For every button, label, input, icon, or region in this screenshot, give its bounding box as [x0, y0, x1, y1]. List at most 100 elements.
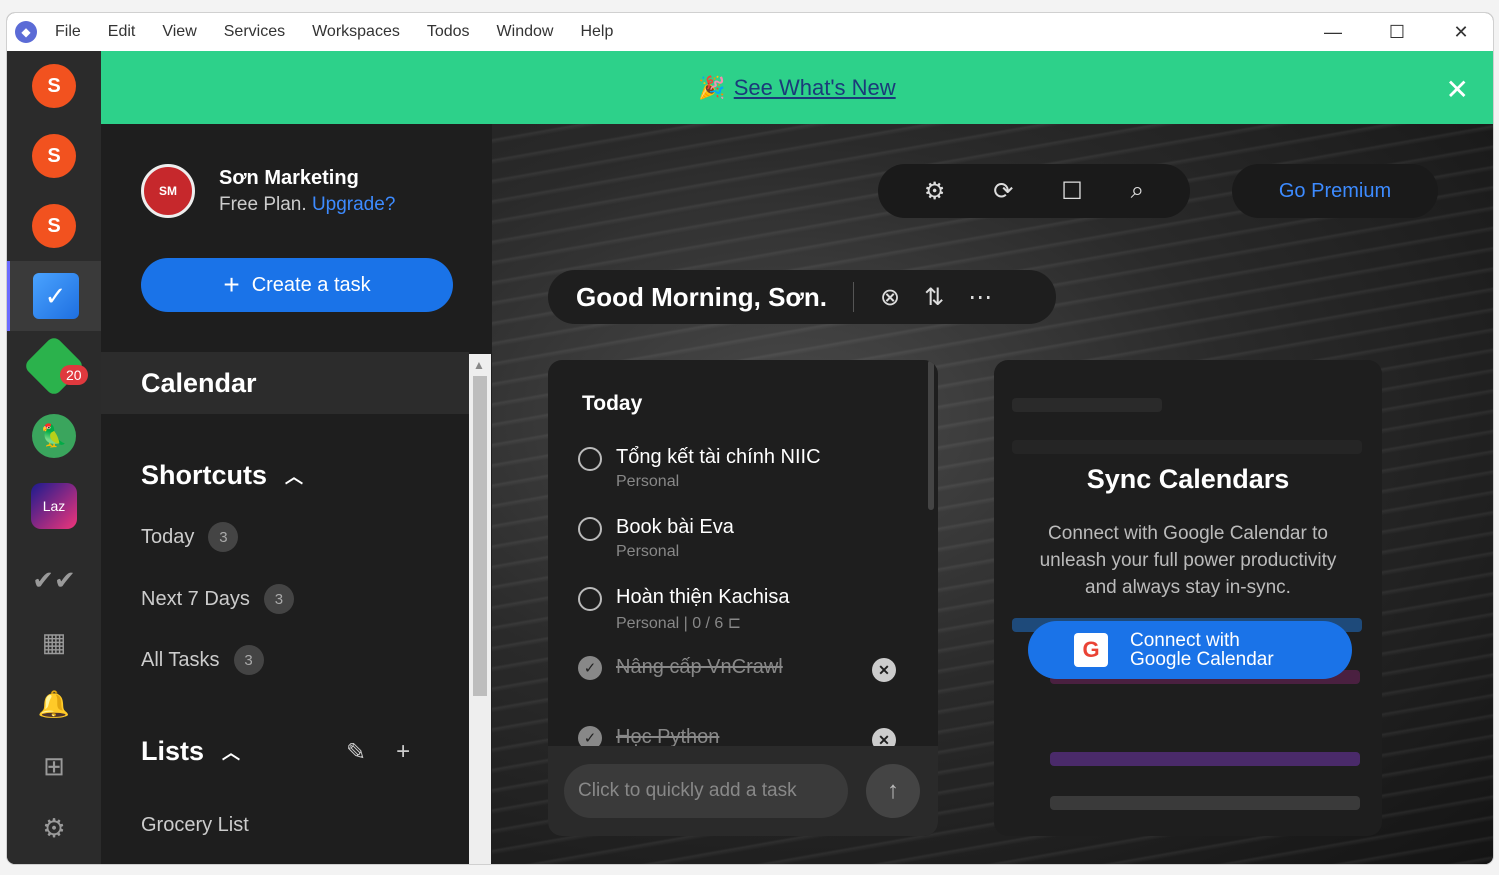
menu-file[interactable]: File	[55, 23, 81, 41]
rail-grid[interactable]: ▦	[7, 607, 101, 677]
task-item[interactable]: Hoàn thiện Kachisa Personal | 0 / 6 ⊏	[578, 586, 789, 633]
title-bar: ◆ File Edit View Services Workspaces Tod…	[7, 13, 1493, 51]
plus-icon: +	[223, 269, 240, 300]
sidebar-item-next-7-days[interactable]: Next 7 Days 3	[141, 584, 294, 614]
service-rail: S S S ✓ 20 🦜 Laz ✔✔ ▦ 🔔 ⊞ ⚙	[7, 51, 101, 864]
plus-icon[interactable]: +	[396, 738, 410, 767]
profile[interactable]: SM Sơn Marketing Free Plan. Upgrade?	[141, 164, 395, 218]
rail-feedly[interactable]: 20	[7, 331, 101, 401]
connect-line-1: Connect with	[1130, 630, 1240, 651]
shortcut-label: Today	[141, 525, 195, 548]
check-circle-icon[interactable]: ✓	[578, 656, 602, 680]
plus-square-icon: ⊞	[43, 750, 65, 781]
sort-icon[interactable]: ⇅	[924, 283, 944, 312]
panel-title: Today	[582, 392, 643, 415]
menu-view[interactable]: View	[162, 23, 196, 41]
checkmark-app-icon: ✓	[32, 273, 79, 319]
rail-lazada[interactable]: Laz	[7, 471, 101, 541]
sidebar-item-grocery-list[interactable]: Grocery List	[141, 814, 249, 837]
lists-title: Lists	[141, 736, 205, 766]
create-task-button[interactable]: + Create a task	[141, 258, 453, 312]
sidebar-scrollbar[interactable]: ▲	[469, 354, 491, 864]
blurred-event	[1050, 796, 1360, 810]
menu-workspaces[interactable]: Workspaces	[312, 23, 400, 41]
connect-label: Connect with Google Calendar	[1130, 631, 1274, 669]
greeting-bar: Good Morning, Sơn. ⊗ ⇅ ⋯	[548, 270, 1056, 324]
chevron-up-icon: ︿	[285, 466, 304, 487]
task-checkbox[interactable]	[578, 587, 602, 611]
lists-header[interactable]: Lists ︿	[141, 736, 240, 767]
menu-bar: File Edit View Services Workspaces Todos…	[55, 23, 640, 41]
sidebar-item-all-tasks[interactable]: All Tasks 3	[141, 645, 264, 675]
refresh-icon[interactable]: ⟳	[993, 177, 1013, 206]
rail-shopee-2[interactable]: S	[7, 121, 101, 191]
task-checkbox[interactable]	[578, 447, 602, 471]
rail-todo-app[interactable]: ✓	[7, 261, 101, 331]
task-item[interactable]: Book bài Eva Personal	[578, 516, 734, 561]
upgrade-link[interactable]: Upgrade?	[312, 194, 395, 215]
shortcuts-title: Shortcuts	[141, 460, 268, 490]
quick-add-input[interactable]: Click to quickly add a task	[564, 764, 848, 818]
quick-add-bar: Click to quickly add a task ↑	[548, 746, 938, 836]
blurred-event	[1050, 752, 1360, 766]
task-title: Book bài Eva	[616, 516, 734, 538]
connect-google-calendar-button[interactable]: G Connect with Google Calendar	[1028, 621, 1352, 679]
menu-services[interactable]: Services	[224, 23, 285, 41]
profile-plan: Free Plan. Upgrade?	[219, 194, 395, 216]
close-circle-icon[interactable]: ⊗	[880, 283, 900, 312]
square-icon[interactable]: ☐	[1061, 177, 1083, 206]
plan-label: Free Plan.	[219, 193, 307, 215]
gear-icon[interactable]: ⚙	[924, 177, 946, 206]
rail-done-all[interactable]: ✔✔	[7, 545, 101, 615]
greeting-actions: ⊗ ⇅ ⋯	[880, 283, 992, 312]
search-icon[interactable]: ⌕	[1131, 177, 1144, 205]
panel-scrollbar[interactable]	[928, 360, 934, 510]
shortcut-label: Next 7 Days	[141, 587, 250, 610]
blurred-weekday-row	[1012, 440, 1362, 454]
window-controls: — ☐ ✕	[1301, 13, 1493, 51]
menu-todos[interactable]: Todos	[427, 23, 470, 41]
see-whats-new-link[interactable]: See What's New	[734, 75, 896, 101]
rail-settings[interactable]: ⚙	[7, 793, 101, 863]
menu-window[interactable]: Window	[497, 23, 554, 41]
task-subtask-info: Personal | 0 / 6	[616, 615, 724, 632]
shopee-icon: S	[32, 134, 76, 178]
maximize-button[interactable]: ☐	[1365, 13, 1429, 51]
avatar: SM	[141, 164, 195, 218]
scroll-thumb[interactable]	[473, 376, 487, 696]
shortcuts-header[interactable]: Shortcuts ︿	[141, 460, 303, 491]
close-window-button[interactable]: ✕	[1429, 13, 1493, 51]
scroll-up-icon[interactable]: ▲	[473, 358, 485, 372]
remove-task-icon[interactable]: ✕	[872, 658, 896, 682]
notification-badge: 20	[60, 365, 88, 385]
sidebar-item-calendar[interactable]: Calendar	[101, 352, 469, 414]
close-icon[interactable]: ✕	[1446, 73, 1469, 106]
profile-name: Sơn Marketing	[219, 166, 359, 189]
sync-calendars-panel: Sync Calendars Connect with Google Calen…	[994, 360, 1382, 836]
task-item[interactable]: Tổng kết tài chính NIIC Personal	[578, 446, 821, 491]
party-popper-icon: 🎉	[698, 74, 726, 100]
pencil-icon[interactable]: ✎	[346, 738, 366, 767]
rail-add-service[interactable]: ⊞	[7, 731, 101, 801]
rail-shopee-1[interactable]: S	[7, 51, 101, 121]
sidebar-item-today[interactable]: Today 3	[141, 522, 239, 552]
menu-help[interactable]: Help	[580, 23, 613, 41]
more-icon[interactable]: ⋯	[968, 283, 992, 312]
chevron-up-icon: ︿	[222, 742, 241, 763]
rail-notifications[interactable]: 🔔	[7, 669, 101, 739]
rail-parrot[interactable]: 🦜	[7, 401, 101, 471]
minimize-button[interactable]: —	[1301, 13, 1365, 51]
bell-icon: 🔔	[37, 688, 71, 719]
shopee-icon: S	[32, 64, 76, 108]
rail-shopee-3[interactable]: S	[7, 191, 101, 261]
arrow-up-icon[interactable]: ↑	[866, 764, 920, 818]
task-checkbox[interactable]	[578, 517, 602, 541]
app-window: ◆ File Edit View Services Workspaces Tod…	[7, 13, 1493, 864]
menu-edit[interactable]: Edit	[108, 23, 136, 41]
task-item-completed[interactable]: ✓ Nâng cấp VnCrawl	[578, 656, 783, 680]
app-logo-icon: ◆	[15, 21, 37, 43]
task-title: Tổng kết tài chính NIIC	[616, 446, 821, 468]
count-badge: 3	[208, 522, 239, 552]
sync-description: Connect with Google Calendar to unleash …	[1039, 523, 1337, 598]
go-premium-button[interactable]: Go Premium	[1232, 164, 1438, 218]
